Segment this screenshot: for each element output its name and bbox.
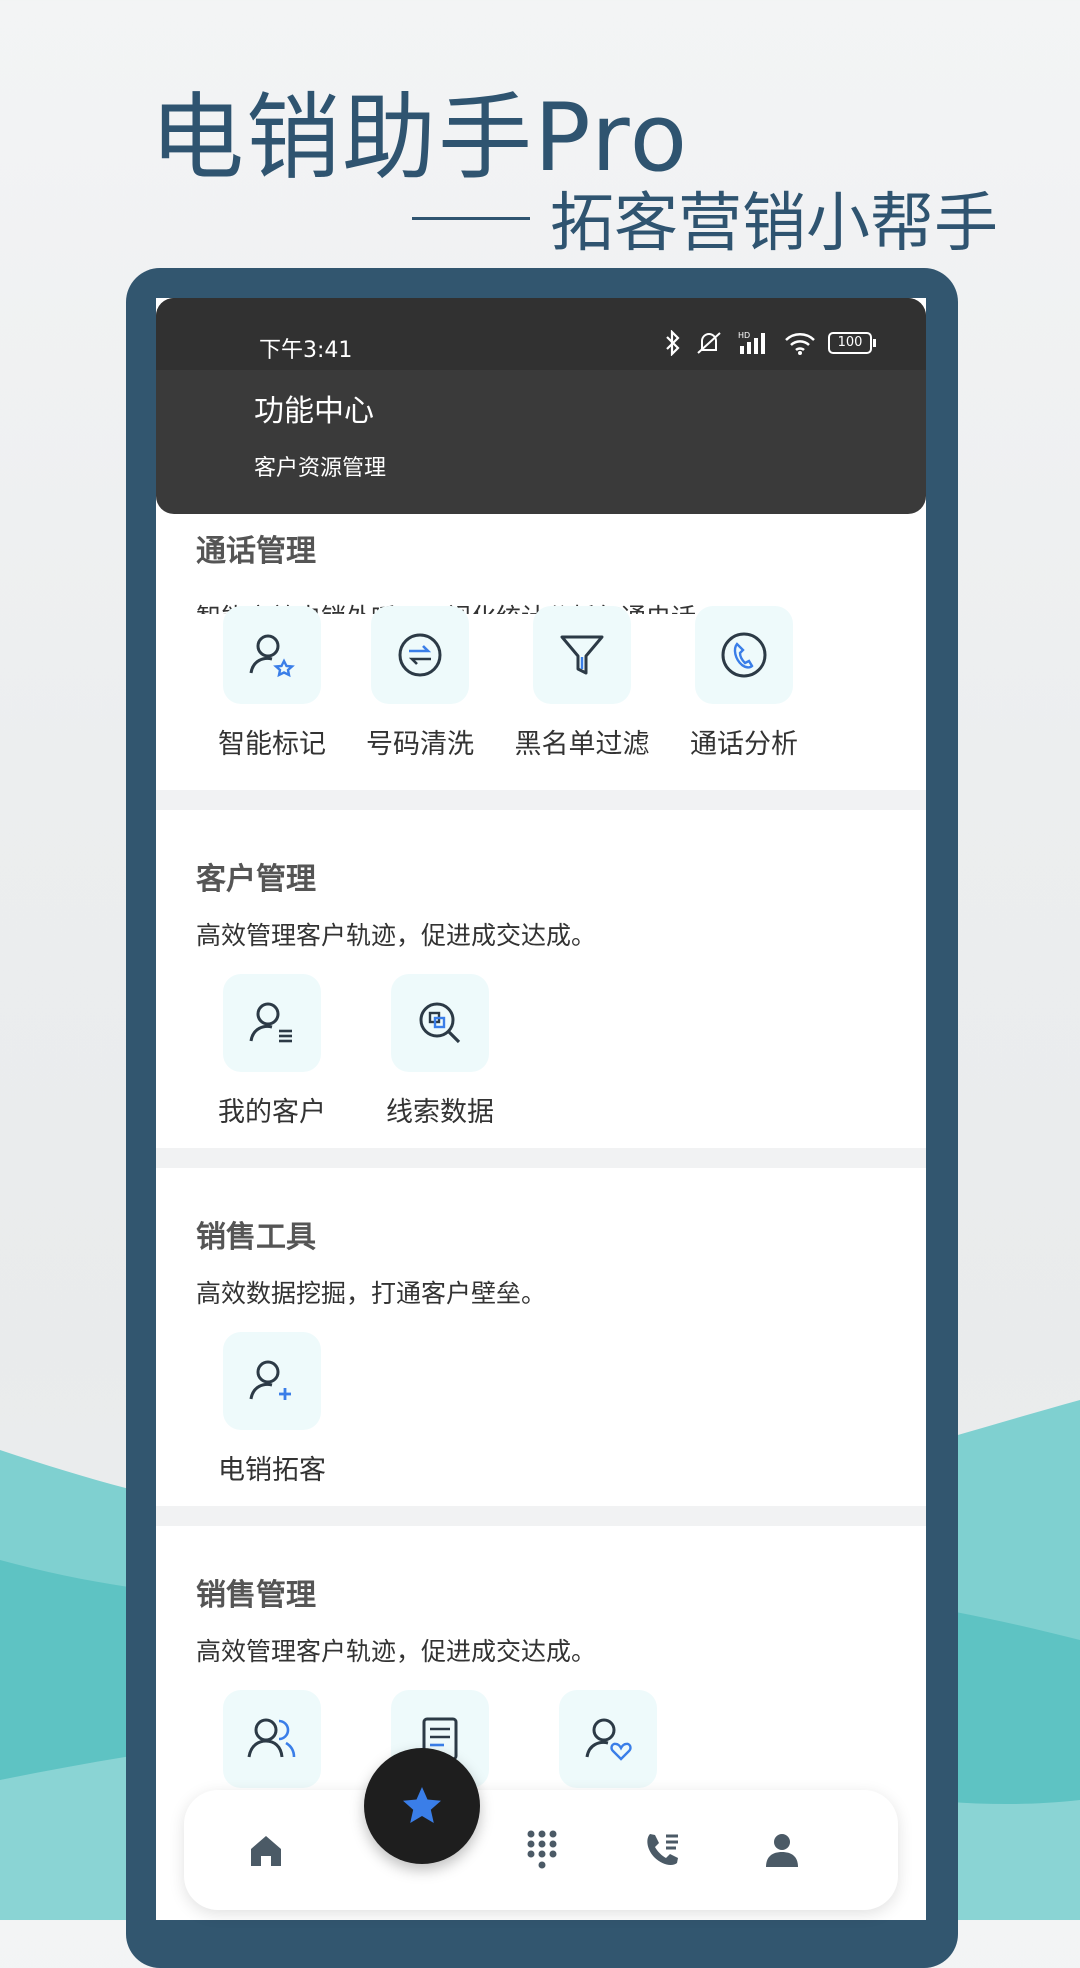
tool-label: 我的客户: [218, 1097, 326, 1128]
tool-tile: [391, 974, 489, 1072]
section-desc: 高效数据挖掘，打通客户壁垒。: [196, 1279, 547, 1308]
tool-label: 号码清洗: [366, 729, 474, 760]
page-subtitle: 客户资源管理: [254, 456, 387, 481]
tool-lead-data[interactable]: 线索数据: [386, 974, 494, 1129]
tool-tile: [223, 1690, 321, 1788]
tool-blacklist-filter[interactable]: 黑名单过滤: [515, 606, 650, 761]
promo-tagline: 拓客营销小帮手: [550, 187, 998, 261]
dialpad-icon: [527, 1830, 557, 1869]
tool-tile: [223, 1332, 321, 1430]
tool-tile: [559, 1690, 657, 1788]
section-desc: 高效管理客户轨迹，促进成交达成。: [196, 1637, 597, 1666]
tool-telesales-prospecting[interactable]: 电销拓客: [218, 1332, 326, 1487]
tool-call-analysis[interactable]: 通话分析: [690, 606, 798, 761]
home-icon: [251, 1836, 281, 1866]
section-divider: [156, 1506, 926, 1526]
filter-icon: [560, 635, 604, 675]
mute-icon: [697, 332, 721, 354]
battery-level: 100: [828, 332, 872, 354]
user-add-icon: [249, 1360, 291, 1400]
tool-tile: [223, 974, 321, 1072]
tool-smart-mark[interactable]: 智能标记: [218, 606, 326, 761]
signal-icon: HD: [738, 331, 765, 354]
section-title: 客户管理: [196, 862, 316, 897]
tool-label: 通话分析: [690, 729, 798, 760]
tool-tile: [695, 606, 793, 704]
nav-home[interactable]: [242, 1826, 290, 1874]
feature-list: 通话管理 智能高效电销外呼，可视化统计分析每通电话。 智能标记 号码清洗: [156, 298, 926, 1886]
user-list-icon: [249, 1002, 292, 1043]
tagline-dash: [412, 216, 530, 220]
section-divider: [156, 1148, 926, 1168]
status-icons: HD 100: [664, 330, 876, 356]
bottom-navigation: [184, 1790, 898, 1910]
nav-dialpad[interactable]: [518, 1826, 566, 1874]
status-bar: 下午3:41 HD 100: [156, 298, 926, 370]
bluetooth-icon: [666, 330, 680, 356]
phone-circle-icon: [721, 632, 767, 678]
tool-label: 线索数据: [386, 1097, 494, 1128]
user-star-icon: [249, 634, 295, 678]
tool-tile: [371, 606, 469, 704]
tool-my-customers[interactable]: 我的客户: [218, 974, 326, 1129]
page-title: 功能中心: [254, 394, 374, 429]
section-customer-management: 客户管理 高效管理客户轨迹，促进成交达成。 我的客户 线索数据: [156, 810, 926, 1148]
phone-screen: 下午3:41 HD 100 功能中心 客户资源管理 通话管理 智能高效电销外呼，…: [156, 298, 926, 1920]
call-log-icon: [647, 1834, 678, 1865]
tool-label: 黑名单过滤: [514, 729, 650, 760]
wifi-icon: [785, 333, 815, 355]
star-icon: [403, 1787, 441, 1823]
search-data-icon: [419, 1002, 461, 1044]
tool-label: 电销拓客: [218, 1455, 326, 1486]
nav-call-log[interactable]: [638, 1826, 686, 1874]
tool-customer-care[interactable]: [558, 1690, 658, 1788]
tool-tile: [533, 606, 631, 704]
svg-text:HD: HD: [738, 331, 750, 340]
users-icon: [247, 1718, 296, 1758]
status-time: 下午3:41: [259, 338, 353, 363]
promo-tagline-row: 拓客营销小帮手: [412, 172, 998, 264]
tool-number-clean[interactable]: 号码清洗: [366, 606, 474, 761]
section-desc: 高效管理客户轨迹，促进成交达成。: [196, 921, 597, 950]
app-header: 下午3:41 HD 100 功能中心 客户资源管理: [156, 298, 926, 514]
section-title: 销售工具: [196, 1220, 316, 1255]
section-title: 通话管理: [196, 534, 316, 569]
swap-circle-icon: [398, 633, 442, 677]
nav-profile[interactable]: [758, 1826, 806, 1874]
section-call-tools: 智能标记 号码清洗 黑名单过滤 通话分析: [156, 606, 926, 790]
tool-tile: [223, 606, 321, 704]
battery-icon: 100: [828, 332, 876, 354]
favorites-fab[interactable]: [364, 1748, 480, 1864]
profile-icon: [766, 1834, 798, 1867]
section-title: 销售管理: [196, 1578, 316, 1613]
tool-team-customers[interactable]: [222, 1690, 322, 1788]
tool-label: 智能标记: [218, 729, 326, 760]
section-divider: [156, 790, 926, 810]
user-heart-icon: [585, 1718, 632, 1761]
section-sales-tools: 销售工具 高效数据挖掘，打通客户壁垒。 电销拓客: [156, 1168, 926, 1506]
